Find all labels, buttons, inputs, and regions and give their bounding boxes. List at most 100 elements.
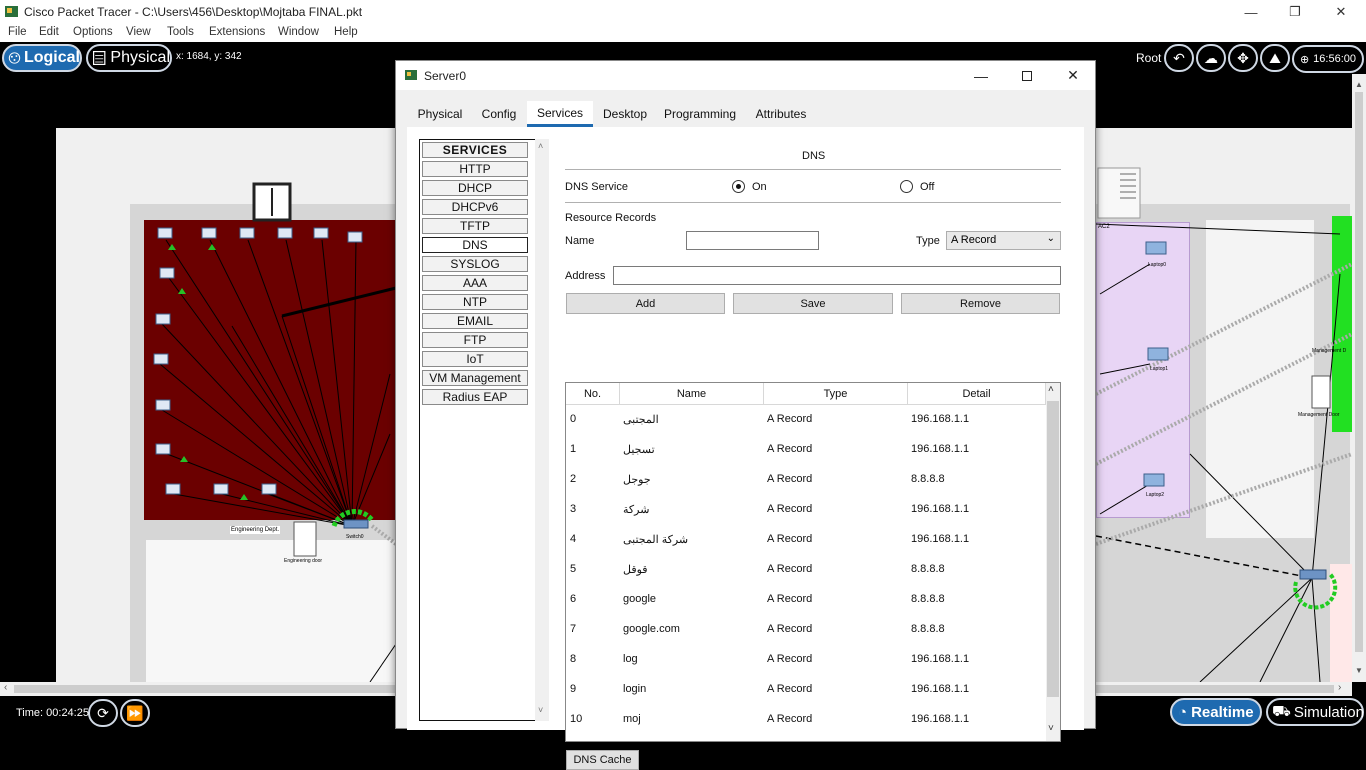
table-row[interactable]: 5 قوقل A Record 8.8.8.8 [566,555,1046,585]
add-button[interactable]: Add [566,293,725,314]
scroll-up-icon[interactable]: ˄ [1048,384,1054,395]
physical-view-button[interactable]: Physical [86,44,172,72]
realtime-mode-button[interactable]: ◔ Realtime [1170,698,1262,726]
cell-no: 4 [570,533,577,545]
table-row[interactable]: 6 google A Record 8.8.8.8 [566,585,1046,615]
type-select[interactable]: A Record ⌄ [946,231,1061,250]
close-button[interactable]: ✕ [1318,0,1364,24]
service-iot[interactable]: IoT [422,351,528,367]
service-ftp[interactable]: FTP [422,332,528,348]
remove-button[interactable]: Remove [901,293,1060,314]
minimize-button[interactable]: — [1228,0,1274,24]
cell-detail: 8.8.8.8 [911,473,945,485]
tab-physical[interactable]: Physical [410,101,470,127]
scroll-down-icon[interactable]: ˅ [538,705,543,715]
physical-rack-icon [93,50,106,66]
dialog-minimize-button[interactable]: — [958,61,1004,90]
type-label: Type [916,235,940,247]
switch0-label: Switch0 [346,534,364,540]
menu-tools[interactable]: Tools [167,26,194,38]
cell-name: جوجل [623,474,651,486]
menu-window[interactable]: Window [278,26,319,38]
table-row[interactable]: 10 moj A Record 196.168.1.1 [566,705,1046,735]
records-scrollbar[interactable]: ˄ ˅ [1046,383,1060,741]
realtime-label: Realtime [1191,703,1254,721]
dns-off-label: Off [920,181,935,193]
table-row[interactable]: 3 شركة A Record 196.168.1.1 [566,495,1046,525]
cell-no: 5 [570,563,577,575]
service-list: SERVICES HTTP DHCP DHCPv6 TFTP DNS SYSLO… [419,139,547,721]
column-header-no[interactable]: No. [566,383,620,405]
logical-view-button[interactable]: Logical [2,44,82,72]
menu-help[interactable]: Help [334,26,358,38]
service-dns[interactable]: DNS [422,237,528,253]
move-icon[interactable]: ✥ [1228,44,1258,72]
dialog-close-button[interactable]: ✕ [1050,61,1096,90]
simulation-mode-button[interactable]: ⛟ Simulation [1266,698,1364,726]
dns-off-radio[interactable] [900,180,913,193]
fast-forward-icon[interactable]: ⏩ [120,699,150,727]
service-http[interactable]: HTTP [422,161,528,177]
vertical-scroll-thumb[interactable] [1355,92,1363,652]
service-dhcpv6[interactable]: DHCPv6 [422,199,528,215]
column-header-detail[interactable]: Detail [908,383,1046,405]
table-row[interactable]: 0 المجتبى A Record 196.168.1.1 [566,405,1046,435]
menu-view[interactable]: View [126,26,151,38]
undo-icon[interactable]: ↶ [1164,44,1194,72]
menu-extensions[interactable]: Extensions [209,26,265,38]
scroll-down-icon[interactable]: ▼ [1355,666,1363,675]
cursor-coordinates: x: 1684, y: 342 [176,51,242,62]
service-aaa[interactable]: AAA [422,275,528,291]
name-input[interactable] [686,231,819,250]
service-vm-management[interactable]: VM Management [422,370,528,386]
service-ntp[interactable]: NTP [422,294,528,310]
table-row[interactable]: 4 شركة المجتبى A Record 196.168.1.1 [566,525,1046,555]
service-dhcp[interactable]: DHCP [422,180,528,196]
cell-type: A Record [767,563,813,575]
menu-file[interactable]: File [8,26,27,38]
column-header-name[interactable]: Name [620,383,764,405]
cloud-icon[interactable]: ☁ [1196,44,1226,72]
dns-cache-button[interactable]: DNS Cache [566,750,639,770]
cell-type: A Record [767,413,813,425]
service-syslog[interactable]: SYSLOG [422,256,528,272]
service-radius-eap[interactable]: Radius EAP [422,389,528,405]
dns-on-radio[interactable] [732,180,745,193]
cell-type: A Record [767,503,813,515]
scroll-up-icon[interactable]: ˄ [538,141,543,151]
maximize-button[interactable]: ❐ [1272,0,1318,24]
tab-desktop[interactable]: Desktop [596,101,654,127]
cell-no: 2 [570,473,577,485]
stopwatch-icon: ◔ [1178,703,1188,721]
tab-attributes[interactable]: Attributes [746,101,816,127]
menu-edit[interactable]: Edit [39,26,59,38]
dialog-title: Server0 [424,69,467,83]
save-button[interactable]: Save [733,293,893,314]
column-header-type[interactable]: Type [764,383,908,405]
table-row[interactable]: 9 login A Record 196.168.1.1 [566,675,1046,705]
dialog-maximize-button[interactable] [1004,61,1050,90]
tab-config[interactable]: Config [474,101,524,127]
scroll-right-icon[interactable]: › [1338,682,1341,693]
menu-options[interactable]: Options [73,26,113,38]
address-input[interactable] [613,266,1061,285]
service-email[interactable]: EMAIL [422,313,528,329]
scroll-up-icon[interactable]: ▲ [1355,80,1363,89]
resource-records-label: Resource Records [565,212,657,224]
service-list-scrollbar[interactable]: ˄ ˅ [535,139,549,721]
workspace-vertical-scrollbar[interactable]: ▲ ▼ [1352,74,1366,682]
table-row[interactable]: 8 log A Record 196.168.1.1 [566,645,1046,675]
table-row[interactable]: 2 جوجل A Record 8.8.8.8 [566,465,1046,495]
table-row[interactable]: 1 تسجيل A Record 196.168.1.1 [566,435,1046,465]
background-image-icon[interactable]: ⛰ [1260,44,1290,72]
mgmt-door-label: Management Door [1298,412,1340,418]
tab-services[interactable]: Services [527,101,593,127]
scroll-left-icon[interactable]: ‹ [4,682,7,693]
records-scroll-thumb[interactable] [1047,401,1059,697]
service-tftp[interactable]: TFTP [422,218,528,234]
dialog-title-bar[interactable]: Server0 — ✕ [396,61,1095,90]
reset-time-icon[interactable]: ⟳ [88,699,118,727]
tab-programming[interactable]: Programming [658,101,742,127]
table-row[interactable]: 7 google.com A Record 8.8.8.8 [566,615,1046,645]
laptop0-label: Laptop0 [1148,262,1167,268]
